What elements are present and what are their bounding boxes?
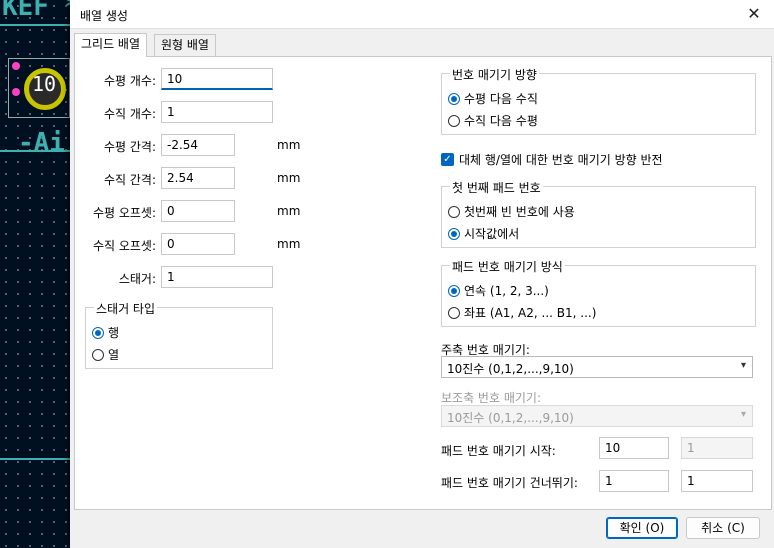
horizontal-then-vertical-radio[interactable]: 수평 다음 수직 <box>448 90 538 107</box>
radio-label: 연속 (1, 2, 3...) <box>464 284 549 298</box>
tab-panel: 수평 개수: 수직 개수: 수평 간격: mm 수직 간격: mm 수평 오프셋… <box>74 56 772 510</box>
h-spacing-input[interactable] <box>161 134 235 156</box>
h-offset-unit: mm <box>277 204 301 218</box>
secondary-axis-select[interactable]: 10진수 (0,1,2,...,9,10) ▾ <box>441 405 753 427</box>
stagger-type-title: 스태거 타입 <box>94 300 158 317</box>
radio-unselected-icon <box>448 306 460 319</box>
v-offset-label: 수직 오프셋: <box>92 239 156 253</box>
pad-skip-secondary-input[interactable] <box>681 470 753 492</box>
v-spacing-input[interactable] <box>161 167 235 189</box>
v-offset-input[interactable] <box>161 233 235 255</box>
stagger-type-group: 스태거 타입 행 열 <box>85 300 273 369</box>
close-icon[interactable]: ✕ <box>742 3 766 25</box>
radio-selected-icon <box>92 326 104 339</box>
pad-start-secondary-input[interactable] <box>681 437 753 459</box>
radio-label: 행 <box>108 326 120 340</box>
pad-skip-input[interactable] <box>599 470 669 492</box>
tab-grid-array[interactable]: 그리드 배열 <box>74 33 148 57</box>
canvas-text-fragment: KEF * <box>2 0 81 22</box>
v-count-input[interactable] <box>161 101 273 123</box>
tab-circular-array[interactable]: 원형 배열 <box>154 34 216 56</box>
checkmark-icon: ✓ <box>441 153 454 166</box>
reverse-alternate-checkbox[interactable]: ✓ 대체 행/열에 대한 번호 매기기 방향 반전 <box>441 151 663 168</box>
secondary-axis-label: 보조축 번호 매기기: <box>441 391 541 405</box>
radio-label: 열 <box>108 348 120 362</box>
stagger-label: 스태거: <box>118 272 156 286</box>
chevron-down-icon: ▾ <box>740 360 746 371</box>
h-offset-input[interactable] <box>161 200 235 222</box>
h-count-label: 수평 개수: <box>103 74 156 88</box>
pad-numbering-scheme-group: 패드 번호 매기기 방식 연속 (1, 2, 3...) 좌표 (A1, A2,… <box>441 258 756 327</box>
first-pad-title: 첫 번째 패드 번호 <box>450 179 543 196</box>
checkbox-label: 대체 행/열에 대한 번호 매기기 방향 반전 <box>459 153 663 167</box>
stagger-input[interactable] <box>161 266 273 288</box>
radio-label: 시작값에서 <box>464 227 520 241</box>
numbering-direction-group: 번호 매기기 방향 수평 다음 수직 수직 다음 수평 <box>441 66 756 135</box>
radio-unselected-icon <box>448 205 460 218</box>
vertical-then-horizontal-radio[interactable]: 수직 다음 수평 <box>448 112 538 129</box>
pad-numbering-scheme-title: 패드 번호 매기기 방식 <box>450 258 565 275</box>
radio-unselected-icon <box>448 114 460 127</box>
pad-start-input[interactable] <box>599 437 669 459</box>
chevron-down-icon: ▾ <box>740 409 746 420</box>
stagger-type-row-radio[interactable]: 행 <box>92 324 119 341</box>
from-start-value-radio[interactable]: 시작값에서 <box>448 225 519 242</box>
h-count-input[interactable] <box>161 68 273 90</box>
primary-axis-value: 10진수 (0,1,2,...,9,10) <box>447 362 574 376</box>
canvas-track <box>0 150 70 152</box>
canvas-track <box>0 24 70 26</box>
first-free-number-radio[interactable]: 첫번째 빈 번호에 사용 <box>448 203 575 220</box>
cancel-button[interactable]: 취소 (C) <box>686 517 760 539</box>
v-offset-unit: mm <box>277 237 301 251</box>
pad-marker <box>12 62 20 70</box>
primary-axis-select[interactable]: 10진수 (0,1,2,...,9,10) ▾ <box>441 356 753 378</box>
pad-skip-label: 패드 번호 매기기 건너뛰기: <box>441 476 578 490</box>
h-spacing-label: 수평 간격: <box>103 140 156 154</box>
h-offset-label: 수평 오프셋: <box>92 206 156 220</box>
radio-label: 첫번째 빈 번호에 사용 <box>464 205 575 219</box>
v-spacing-label: 수직 간격: <box>103 173 156 187</box>
canvas-track <box>0 458 70 460</box>
dialog-title: 배열 생성 <box>80 9 128 23</box>
radio-selected-icon <box>448 227 460 240</box>
coordinate-radio[interactable]: 좌표 (A1, A2, ... B1, ...) <box>448 304 596 321</box>
radio-unselected-icon <box>92 348 104 361</box>
ok-button[interactable]: 확인 (O) <box>606 517 678 539</box>
array-dialog: 배열 생성 ✕ 그리드 배열 원형 배열 수평 개수: 수직 개수: 수평 간격… <box>70 0 774 548</box>
canvas-text-fragment: -Ai <box>18 128 65 158</box>
h-spacing-unit: mm <box>277 138 301 152</box>
radio-label: 좌표 (A1, A2, ... B1, ...) <box>464 306 597 320</box>
radio-label: 수평 다음 수직 <box>464 92 538 106</box>
first-pad-group: 첫 번째 패드 번호 첫번째 빈 번호에 사용 시작값에서 <box>441 179 756 248</box>
radio-selected-icon <box>448 284 460 297</box>
continuous-radio[interactable]: 연속 (1, 2, 3...) <box>448 282 549 299</box>
dialog-titlebar: 배열 생성 ✕ <box>70 0 774 29</box>
pad-number: 10 <box>31 72 57 96</box>
stagger-type-column-radio[interactable]: 열 <box>92 346 119 363</box>
secondary-axis-value: 10진수 (0,1,2,...,9,10) <box>447 411 574 425</box>
v-spacing-unit: mm <box>277 171 301 185</box>
numbering-direction-title: 번호 매기기 방향 <box>450 66 539 83</box>
pad-marker <box>12 88 20 96</box>
pad-start-label: 패드 번호 매기기 시작: <box>441 444 556 458</box>
v-count-label: 수직 개수: <box>103 107 156 121</box>
radio-selected-icon <box>448 92 460 105</box>
radio-label: 수직 다음 수평 <box>464 114 538 128</box>
